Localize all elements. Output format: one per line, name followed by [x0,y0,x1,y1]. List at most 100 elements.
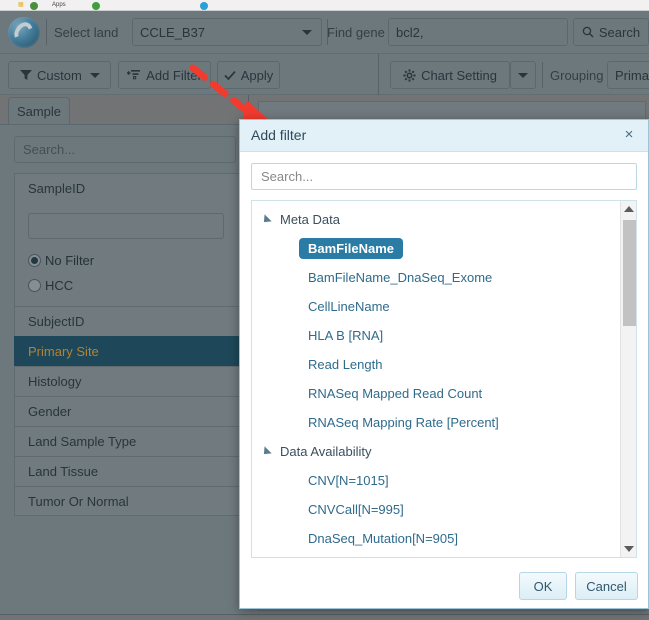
tree-group-label: Meta Data [280,212,340,227]
radio-no-filter[interactable]: No Filter [28,248,239,273]
radio-label: HCC [45,278,74,293]
top-toolbar: Select land CCLE_B37 Find gene bcl2, Sea… [0,11,649,54]
land-select-value: CCLE_B37 [140,24,206,40]
chart-setting-label: Chart Setting [421,67,497,83]
tree-item-label: CNVCall[N=995] [308,502,404,517]
chevron-down-icon [302,30,312,35]
radio-hcc[interactable]: HCC [28,273,239,298]
add-filter-icon [127,70,141,80]
field-row-land-tissue[interactable]: Land Tissue [14,456,240,486]
tree-group-data-availability[interactable]: Data Availability [252,437,622,466]
field-row-tumor-or-normal[interactable]: Tumor Or Normal [14,486,240,516]
tab-sample[interactable]: Sample [8,97,70,125]
panel-tabs: Sample [0,95,249,125]
apply-label: Apply [240,67,274,83]
toolbar-divider-4 [542,62,543,88]
radio-icon-selected [28,254,41,267]
tree-item-rnaseq-mapping-rate[interactable]: RNASeq Mapping Rate [Percent] [252,408,622,437]
field-row-primary-site[interactable]: Primary Site [14,336,240,366]
grouping-select[interactable]: Primary [607,61,649,89]
field-label: SampleID [28,181,86,196]
tree-group-label: Data Availability [280,444,372,459]
tree-item-dnaseq-mutation[interactable]: DnaSeq_Mutation[N=905] [252,524,622,553]
field-label: Gender [28,404,72,419]
scroll-down-icon[interactable] [621,541,636,557]
field-list: SampleID No Filter HCC SubjectID Primary… [14,173,240,516]
chart-setting-button[interactable]: Chart Setting [390,61,510,89]
dialog-search-input[interactable]: Search... [251,163,637,190]
tree-item-bamfilename-dnaseq-exome[interactable]: BamFileName_DnaSeq_Exome [252,263,622,292]
custom-filter-label: Custom [37,67,82,83]
select-land-label: Select land [54,25,119,40]
tree-item-cnv[interactable]: CNV[N=1015] [252,466,622,495]
gene-search-value: bcl2, [396,24,424,40]
field-label: Land Tissue [28,464,99,479]
filter-toolbar: Custom Add Filter Apply Chart Setting Gr… [0,54,649,95]
tab-sample-label: Sample [16,104,62,119]
field-label: SubjectID [28,314,85,329]
cancel-button[interactable]: Cancel [575,572,638,600]
gene-search-input[interactable]: bcl2, [388,18,568,46]
tree-item-label: Read Length [308,357,383,372]
tree-group-meta-data[interactable]: Meta Data [252,205,622,234]
check-icon [224,70,236,80]
filter-tree: Meta Data BamFileName BamFileName_DnaSeq… [252,201,622,557]
search-button-label: Search [598,24,641,40]
tree-item-label: RNASeq Mapped Read Count [308,386,483,401]
tree-item-rnaseq-mapped-read-count[interactable]: RNASeq Mapped Read Count [252,379,622,408]
triangle-expanded-icon [260,445,272,458]
chart-setting-dropdown[interactable] [510,61,536,89]
field-row-subjectid[interactable]: SubjectID [14,306,240,336]
tree-item-label: HLA B [RNA] [308,328,384,343]
toolbar-divider-1 [46,19,47,45]
tree-item-celllinename[interactable]: CellLineName [252,292,622,321]
tree-item-label: CNV[N=1015] [308,473,389,488]
tree-item-dnaseq-mutation-exome[interactable]: DnaSeq_Mutation_Exome[N=335] [252,553,622,557]
land-select[interactable]: CCLE_B37 [132,18,322,46]
tree-scrollbar[interactable] [620,201,636,557]
grouping-label: Grouping [550,68,604,83]
funnel-icon [20,69,32,80]
bookmark-label-apps[interactable]: Apps [52,2,66,9]
close-icon[interactable]: × [620,125,638,143]
scrollbar-thumb[interactable] [623,220,636,326]
tree-item-label: CellLineName [308,299,390,314]
toolbar-divider-3 [378,54,379,95]
apply-button[interactable]: Apply [217,61,280,89]
field-row-sampleid[interactable]: SampleID [14,173,240,203]
panel-search-placeholder: Search... [23,142,76,157]
tree-item-hla-b-rna[interactable]: HLA B [RNA] [252,321,622,350]
tree-item-bamfilename[interactable]: BamFileName [252,234,622,263]
tree-item-read-length[interactable]: Read Length [252,350,622,379]
panel-search-input[interactable]: Search... [14,136,236,163]
sampleid-filter-body: No Filter HCC [14,203,240,306]
window-bottom-chrome [0,614,649,620]
app-logo-icon [8,17,40,48]
bookmark-icon-3[interactable] [200,2,208,10]
ok-button[interactable]: OK [519,572,567,600]
chevron-down-icon [90,73,100,78]
dialog-header: Add filter × [240,120,648,152]
search-button[interactable]: Search [573,18,649,46]
find-gene-label: Find gene [327,25,385,40]
custom-filter-dropdown[interactable]: Custom [8,61,111,89]
add-filter-button[interactable]: Add Filter [118,61,211,89]
bookmark-icon-apps[interactable]: ▦ [18,2,24,9]
grouping-value: Primary [615,67,649,83]
triangle-expanded-icon [260,213,272,226]
sample-filter-panel: Sample Search... SampleID No Filter HCC … [0,95,249,620]
chevron-down-icon [518,72,528,78]
tree-item-cnvcall[interactable]: CNVCall[N=995] [252,495,622,524]
field-row-land-sample-type[interactable]: Land Sample Type [14,426,240,456]
sampleid-text-input[interactable] [28,213,224,239]
ok-button-label: OK [533,578,553,594]
scroll-up-icon[interactable] [621,201,636,217]
dialog-title: Add filter [251,127,307,143]
add-filter-label: Add Filter [146,67,202,83]
field-row-gender[interactable]: Gender [14,396,240,426]
bookmark-icon-2[interactable] [92,2,100,10]
field-row-histology[interactable]: Histology [14,366,240,396]
filter-tree-container: Meta Data BamFileName BamFileName_DnaSeq… [251,200,637,558]
field-label: Primary Site [28,344,99,359]
bookmark-icon-green[interactable] [30,2,38,10]
